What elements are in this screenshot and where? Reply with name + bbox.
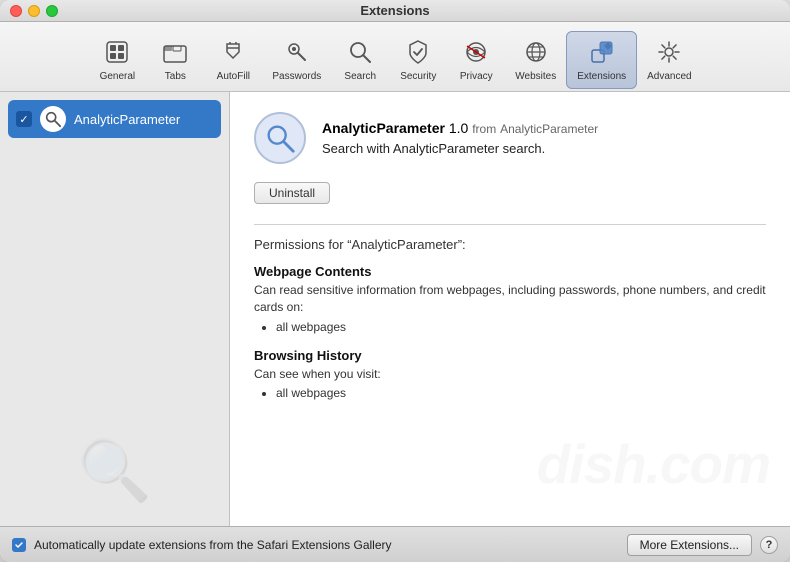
toolbar-general-label: General: [100, 71, 136, 82]
title-bar: Extensions: [0, 0, 790, 22]
sidebar-item-analyticparameter[interactable]: ✓ AnalyticParameter: [8, 100, 221, 138]
passwords-icon: [281, 36, 313, 68]
toolbar-item-extensions[interactable]: Extensions: [566, 31, 637, 89]
extension-info: AnalyticParameter 1.0 from AnalyticParam…: [322, 120, 598, 156]
main-window: Extensions General: [0, 0, 790, 562]
toolbar-privacy-label: Privacy: [460, 71, 493, 82]
permission-webpage-item: all webpages: [276, 320, 766, 334]
detail-panel: AnalyticParameter 1.0 from AnalyticParam…: [230, 92, 790, 526]
permission-section-browsing: Browsing History Can see when you visit:…: [254, 348, 766, 401]
toolbar-search-label: Search: [344, 71, 376, 82]
toolbar-item-general[interactable]: General: [88, 32, 146, 88]
permission-browsing-list: all webpages: [276, 386, 766, 400]
help-button[interactable]: ?: [760, 536, 778, 554]
extension-sidebar-icon: [40, 106, 66, 132]
toolbar-item-passwords[interactable]: Passwords: [262, 32, 331, 88]
extension-name-sidebar: AnalyticParameter: [74, 112, 180, 127]
content-area: ✓ AnalyticParameter 🔍: [0, 92, 790, 526]
sidebar: ✓ AnalyticParameter 🔍: [0, 92, 230, 526]
maximize-button[interactable]: [46, 5, 58, 17]
toolbar-item-advanced[interactable]: Advanced: [637, 32, 701, 88]
extension-name: AnalyticParameter: [322, 120, 445, 136]
permission-section-webpage: Webpage Contents Can read sensitive info…: [254, 264, 766, 334]
tabs-icon: [159, 36, 191, 68]
toolbar-passwords-label: Passwords: [272, 71, 321, 82]
close-button[interactable]: [10, 5, 22, 17]
privacy-icon: [460, 36, 492, 68]
autofill-icon: [217, 36, 249, 68]
toolbar-tabs-label: Tabs: [165, 71, 186, 82]
toolbar-item-autofill[interactable]: AutoFill: [204, 32, 262, 88]
toolbar-advanced-label: Advanced: [647, 71, 691, 82]
advanced-icon: [653, 36, 685, 68]
permission-webpage-list: all webpages: [276, 320, 766, 334]
toolbar-item-search[interactable]: Search: [331, 32, 389, 88]
auto-update-checkbox[interactable]: [12, 538, 26, 552]
extension-from-label: from: [472, 122, 496, 136]
permission-browsing-item: all webpages: [276, 386, 766, 400]
extension-description: Search with AnalyticParameter search.: [322, 141, 598, 156]
extension-icon: [254, 112, 306, 164]
permission-browsing-desc: Can see when you visit:: [254, 366, 766, 383]
toolbar-autofill-label: AutoFill: [217, 71, 250, 82]
bottom-bar: Automatically update extensions from the…: [0, 526, 790, 562]
permission-browsing-title: Browsing History: [254, 348, 766, 363]
permission-webpage-title: Webpage Contents: [254, 264, 766, 279]
minimize-button[interactable]: [28, 5, 40, 17]
toolbar-item-privacy[interactable]: Privacy: [447, 32, 505, 88]
extension-from: AnalyticParameter: [500, 122, 598, 136]
extension-version: 1.0: [449, 120, 468, 136]
websites-icon: [520, 36, 552, 68]
toolbar-websites-label: Websites: [515, 71, 556, 82]
extensions-icon: [586, 36, 618, 68]
toolbar: General Tabs AutoFill: [0, 22, 790, 92]
uninstall-button[interactable]: Uninstall: [254, 182, 330, 204]
permission-webpage-desc: Can read sensitive information from webp…: [254, 282, 766, 316]
auto-update-label: Automatically update extensions from the…: [34, 538, 619, 552]
toolbar-item-websites[interactable]: Websites: [505, 32, 566, 88]
extension-header: AnalyticParameter 1.0 from AnalyticParam…: [254, 112, 766, 164]
divider: [254, 224, 766, 225]
extension-name-version: AnalyticParameter 1.0 from AnalyticParam…: [322, 120, 598, 137]
search-icon: [344, 36, 376, 68]
permissions-header: Permissions for “AnalyticParameter”:: [254, 237, 766, 252]
toolbar-security-label: Security: [400, 71, 436, 82]
general-icon: [101, 36, 133, 68]
extension-enabled-checkbox[interactable]: ✓: [16, 111, 32, 127]
more-extensions-button[interactable]: More Extensions...: [627, 534, 752, 556]
security-icon: [402, 36, 434, 68]
toolbar-extensions-label: Extensions: [577, 71, 626, 82]
toolbar-item-security[interactable]: Security: [389, 32, 447, 88]
toolbar-item-tabs[interactable]: Tabs: [146, 32, 204, 88]
window-title: Extensions: [360, 3, 429, 18]
sidebar-watermark: 🔍: [77, 435, 152, 506]
detail-watermark: dish.com: [537, 432, 770, 496]
window-controls: [10, 5, 58, 17]
